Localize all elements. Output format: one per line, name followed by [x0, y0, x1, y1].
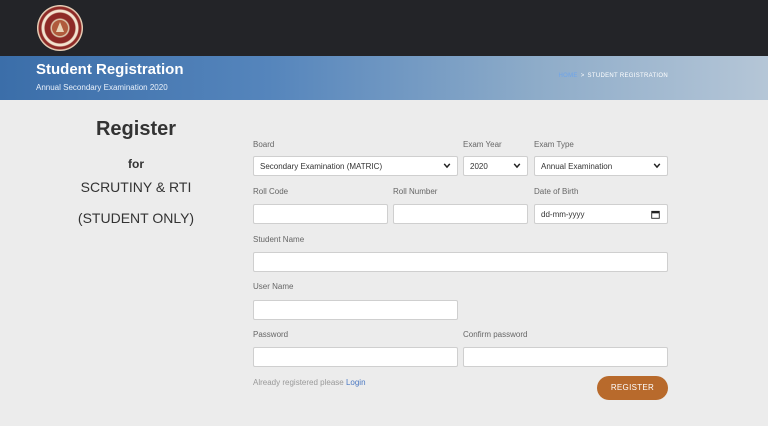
roll-code-label: Roll Code	[253, 187, 289, 196]
password-input[interactable]	[253, 347, 458, 367]
dob-placeholder: dd-mm-yyyy	[541, 210, 585, 219]
register-heading: Register	[95, 118, 177, 140]
exam-year-selected-value: 2020	[470, 162, 488, 171]
user-name-label: User Name	[253, 282, 294, 291]
login-link[interactable]: Login	[346, 378, 366, 387]
exam-type-label: Exam Type	[534, 140, 574, 149]
roll-number-label: Roll Number	[393, 187, 438, 196]
user-name-input[interactable]	[253, 300, 458, 320]
exam-type-selected-value: Annual Examination	[541, 162, 613, 171]
confirm-password-input[interactable]	[463, 347, 668, 367]
page-title: Student Registration	[36, 61, 184, 78]
board-select[interactable]: Secondary Examination (MATRIC)	[253, 156, 458, 176]
exam-type-select[interactable]: Annual Examination	[534, 156, 668, 176]
roll-code-input[interactable]	[253, 204, 388, 224]
already-registered-text: Already registered please Login	[253, 378, 366, 387]
breadcrumb-separator: >	[580, 73, 585, 79]
breadcrumb-current: STUDENT REGISTRATION	[587, 73, 668, 79]
register-purpose: SCRUTINY & RTI	[80, 179, 192, 195]
student-name-label: Student Name	[253, 235, 305, 244]
board-label: Board	[253, 140, 275, 149]
roll-number-input[interactable]	[393, 204, 528, 224]
exam-year-select[interactable]: 2020	[463, 156, 528, 176]
register-for-text: for	[128, 157, 144, 171]
chevron-down-icon	[443, 163, 451, 169]
calendar-icon[interactable]	[651, 210, 660, 219]
breadcrumb-home-link[interactable]: HOME	[559, 73, 578, 79]
already-registered-label: Already registered please	[253, 378, 344, 387]
dob-label: Date of Birth	[534, 187, 579, 196]
dob-input[interactable]: dd-mm-yyyy	[534, 204, 668, 224]
board-logo-icon[interactable]	[37, 5, 83, 51]
confirm-password-label: Confirm password	[463, 330, 528, 339]
register-button[interactable]: REGISTER	[597, 376, 668, 400]
breadcrumb: HOME > STUDENT REGISTRATION	[559, 73, 668, 79]
page-subtitle: Annual Secondary Examination 2020	[36, 83, 168, 92]
board-selected-value: Secondary Examination (MATRIC)	[260, 162, 383, 171]
password-label: Password	[253, 330, 289, 339]
top-bar	[0, 0, 768, 56]
page-banner: Student Registration Annual Secondary Ex…	[0, 56, 768, 100]
chevron-down-icon	[513, 163, 521, 169]
chevron-down-icon	[653, 163, 661, 169]
register-intro: Register for SCRUTINY & RTI (STUDENT ONL…	[36, 118, 236, 226]
exam-year-label: Exam Year	[463, 140, 502, 149]
student-name-input[interactable]	[253, 252, 668, 272]
register-audience: (STUDENT ONLY)	[77, 210, 195, 226]
